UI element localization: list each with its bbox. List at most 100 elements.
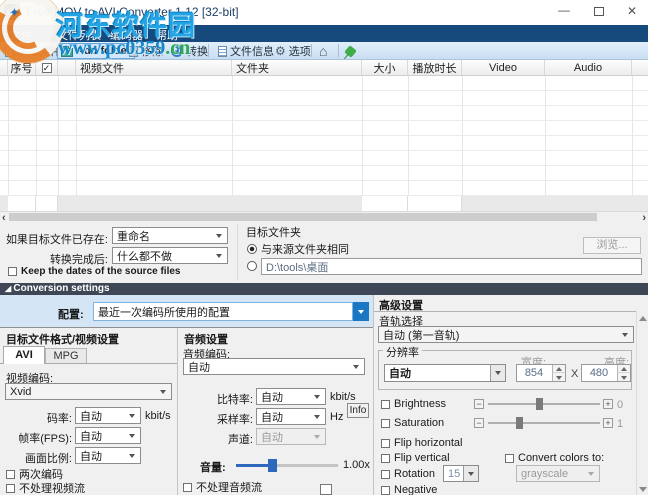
height-spinner[interactable]: 480 [581,364,631,382]
brightness-slider-track[interactable] [488,403,600,405]
scroll-right-arrow-icon[interactable]: › [642,213,646,224]
close-button[interactable]: ✕ [624,3,640,19]
brightness-checkbox[interactable] [381,399,390,409]
channels-select[interactable]: 自动 [256,428,326,445]
convert-colors-checkbox[interactable] [505,453,514,463]
maximize-button[interactable] [594,7,604,16]
profile-select[interactable]: 最近一次编码所使用的配置 [93,302,353,321]
fps-select[interactable]: 自动 [75,427,141,444]
options-button[interactable]: ⚙ 选项 [272,43,314,59]
browse-button[interactable]: 浏览... [583,237,641,254]
pin-on-top-button[interactable] [343,43,358,59]
column-header-spacer [632,60,648,75]
audio-encoder-select[interactable]: 自动 [183,358,365,375]
convert-colors-checkbox-row[interactable]: Convert colors to: [505,452,604,464]
scroll-down-arrow-icon[interactable] [639,487,647,492]
column-header-audio[interactable]: Audio [545,60,632,75]
channels-label: 声道: [227,434,253,446]
scroll-up-arrow-icon[interactable] [639,316,647,321]
brightness-slider-thumb[interactable] [536,398,543,410]
custom-folder-radio-row[interactable] [247,261,257,271]
video-encoder-select[interactable]: Xvid [5,383,172,400]
if-exists-select[interactable]: 重命名 [112,227,228,244]
keep-dates-label: Keep the dates of the source files [21,266,181,277]
volume-slider-thumb[interactable] [268,459,277,472]
saturation-slider-track[interactable] [488,422,600,424]
convert-colors-select[interactable]: grayscale [516,465,600,482]
rotation-value: 15 [448,467,461,480]
column-header-folder[interactable]: 文件夹 [232,60,362,75]
profile-dropdown-button[interactable] [353,302,369,321]
info-button[interactable]: Info [347,403,369,418]
column-header-size[interactable]: 大小 [362,60,408,75]
volume-slider-track[interactable] [272,464,338,467]
flip-vertical-checkbox-row[interactable]: Flip vertical [381,452,450,464]
column-header-select-all[interactable]: ✓ [36,60,58,75]
rotation-dropdown-button[interactable] [463,466,478,481]
advanced-panel-scrollbar[interactable] [636,311,648,495]
rotation-checkbox[interactable] [381,469,390,479]
rotation-select[interactable]: 15 [443,465,479,482]
resolution-dropdown-button[interactable] [490,365,505,381]
brightness-checkbox-row[interactable]: Brightness [381,398,446,410]
spin-up-icon[interactable] [617,365,630,373]
resolution-group-label: 分辨率 [383,344,422,360]
skip-video-checkbox-row[interactable]: 不处理视频流 [6,480,85,495]
saturation-checkbox-row[interactable]: Saturation [381,417,444,429]
horizontal-scrollbar-thumb[interactable] [9,213,597,221]
same-as-source-radio-row[interactable]: 与来源文件夹相同 [247,241,349,257]
sample-rate-select[interactable]: 自动 [256,408,326,425]
audio-track-select[interactable]: 自动 (第一音轨) [378,326,634,343]
home-button[interactable]: ⌂ [316,43,330,59]
keep-dates-checkbox[interactable] [8,267,17,276]
height-value: 480 [589,367,609,379]
rotation-checkbox-row[interactable]: Rotation [381,468,435,480]
footer-cell [362,196,408,211]
audio-bitrate-unit: kbit/s [330,391,356,403]
scroll-left-arrow-icon[interactable]: ‹ [2,213,6,224]
flip-horizontal-checkbox-row[interactable]: Flip horizontal [381,437,462,449]
spin-down-icon[interactable] [552,373,565,381]
keep-dates-checkbox-row[interactable]: Keep the dates of the source files [8,266,181,277]
conversion-settings-header[interactable]: ◢ Conversion settings [0,283,648,295]
aspect-select[interactable]: 自动 [75,447,141,464]
skip-video-checkbox[interactable] [6,483,15,493]
if-exists-label: 如果目标文件已存在: [5,234,108,246]
spin-up-icon[interactable] [552,365,565,373]
custom-folder-input[interactable]: D:\tools\桌面 [261,258,642,275]
flip-horizontal-checkbox[interactable] [381,438,390,448]
tab-avi[interactable]: AVI [3,346,45,364]
two-pass-checkbox[interactable] [6,469,15,479]
tab-mpg[interactable]: MPG [45,348,87,363]
saturation-minus-button[interactable]: − [474,418,484,428]
negative-checkbox[interactable] [381,485,390,495]
aspect-label: 画面比例: [24,453,72,465]
video-bitrate-select[interactable]: 自动 [75,407,141,424]
same-as-source-radio[interactable] [247,244,257,254]
negative-checkbox-row[interactable]: Negative [381,484,437,495]
video-encoder-value: Xvid [10,385,32,398]
column-header-video-file[interactable]: 视频文件 [76,60,232,75]
brightness-plus-button[interactable]: + [603,399,613,409]
skip-audio-checkbox[interactable] [183,482,192,492]
saturation-plus-button[interactable]: + [603,418,613,428]
flip-vertical-checkbox[interactable] [381,453,390,463]
skip-audio-checkbox-row[interactable]: 不处理音频流 [183,479,262,495]
brightness-minus-button[interactable]: − [474,399,484,409]
saturation-checkbox[interactable] [381,418,390,428]
file-info-button[interactable]: 文件信息 [215,43,277,59]
saturation-slider-thumb[interactable] [516,417,523,429]
custom-folder-radio[interactable] [247,261,257,271]
resolution-mode-select[interactable]: 自动 [384,364,506,382]
minimize-button[interactable]: — [556,2,572,18]
select-all-checkbox[interactable]: ✓ [41,62,52,73]
spin-down-icon[interactable] [617,373,630,381]
app-window: Ps Free MOV to AVI Converter 1.12 [32-bi… [0,0,648,495]
after-convert-select[interactable]: 什么都不做 [112,247,228,264]
column-header-video[interactable]: Video [462,60,545,75]
column-header-duration[interactable]: 播放时长 [408,60,462,75]
chevron-down-icon [468,471,474,476]
sample-rate-label: 采样率: [216,414,253,426]
audio-bitrate-select[interactable]: 自动 [256,388,326,405]
width-spinner[interactable]: 854 [516,364,566,382]
